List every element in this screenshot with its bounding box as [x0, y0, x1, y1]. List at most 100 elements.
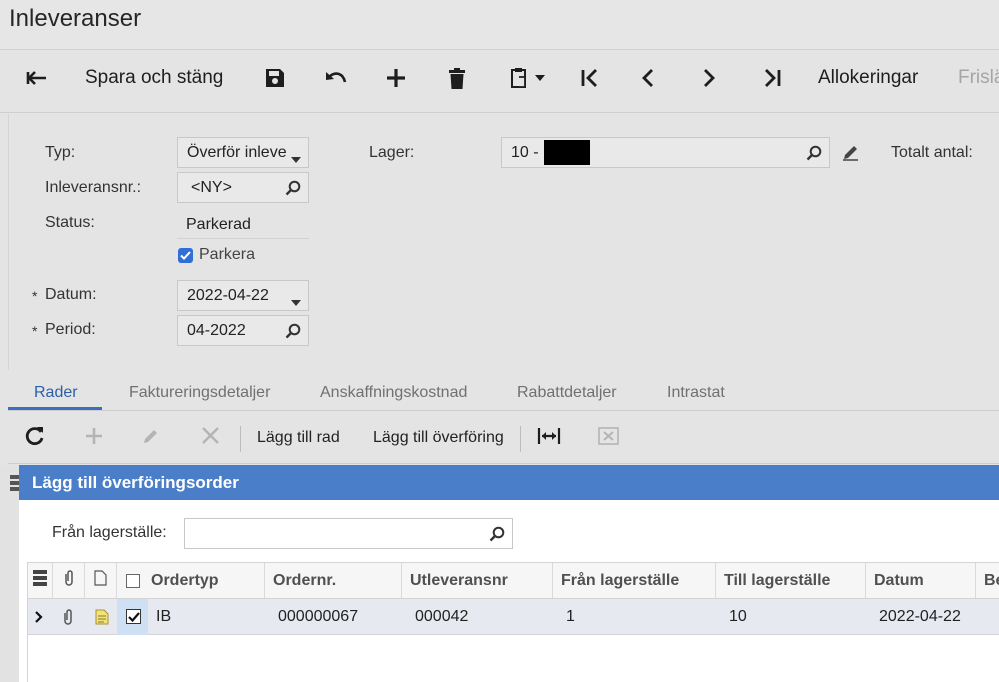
- col-order-type[interactable]: Ordertyp: [143, 563, 265, 598]
- edit-row-button[interactable]: [142, 420, 160, 456]
- add-row-icon-button[interactable]: [85, 420, 103, 456]
- first-record-icon: [581, 69, 599, 87]
- receipt-header-form: Typ: Överför inleve Inleveransnr.: <NY> …: [8, 114, 999, 370]
- first-record-button[interactable]: [578, 51, 602, 105]
- col-description[interactable]: Be: [976, 563, 999, 598]
- copy-paste-menu-button[interactable]: [505, 51, 549, 105]
- col-to-site[interactable]: Till lagerställe: [716, 563, 866, 598]
- allocations-button[interactable]: Allokeringar: [818, 51, 918, 105]
- col-shipment-nbr[interactable]: Utleveransnr: [402, 563, 553, 598]
- type-label: Typ:: [45, 144, 76, 161]
- paperclip-icon: [63, 569, 75, 592]
- status-underline: [177, 238, 309, 239]
- next-record-button[interactable]: [699, 51, 719, 105]
- back-button[interactable]: [20, 51, 54, 105]
- trash-icon: [448, 67, 466, 89]
- cell-shipment-nbr: 000042: [415, 607, 469, 625]
- tab-discount-details[interactable]: Rabattdetaljer: [517, 384, 617, 402]
- edit-warehouse-button[interactable]: [842, 144, 859, 166]
- search-icon: [806, 145, 822, 166]
- tab-billing-details[interactable]: Faktureringsdetaljer: [129, 384, 270, 402]
- warehouse-label: Lager:: [369, 144, 415, 161]
- release-button[interactable]: Frisläpp: [958, 51, 999, 105]
- cell-order-nbr: 000000067: [278, 607, 359, 625]
- tab-intrastat[interactable]: Intrastat: [667, 384, 725, 402]
- search-icon: [489, 526, 505, 547]
- date-picker[interactable]: 2022-04-22: [177, 280, 309, 311]
- main-toolbar: Spara och stäng Allokeringar Frisl: [0, 51, 999, 113]
- add-transfer-order-dialog: Lägg till överföringsorder Från lagerstä…: [19, 465, 999, 682]
- grid-header: Ordertyp Ordernr. Utleveransnr Från lage…: [28, 562, 999, 599]
- date-label: Datum:: [45, 286, 97, 303]
- page-title: Inleveranser: [9, 5, 142, 32]
- delete-row-button[interactable]: [202, 420, 219, 456]
- document-icon: [94, 570, 107, 591]
- row-selector-header[interactable]: [28, 563, 53, 598]
- table-row[interactable]: IB 000000067 000042 1 10 2022-04-22: [28, 599, 999, 635]
- period-value: 04-2022: [187, 321, 246, 339]
- cell-order-type: IB: [156, 607, 172, 625]
- export-excel-button[interactable]: [598, 420, 619, 456]
- hold-checkbox[interactable]: [178, 248, 193, 263]
- type-value: Överför inleve: [187, 143, 287, 161]
- add-line-button[interactable]: Lägg till rad: [257, 420, 340, 456]
- chevron-down-icon: [291, 293, 301, 311]
- previous-record-button[interactable]: [638, 51, 658, 105]
- cell-date: 2022-04-22: [879, 607, 961, 625]
- date-value: 2022-04-22: [187, 286, 269, 304]
- receipt-nbr-value: <NY>: [191, 178, 232, 196]
- chevron-left-icon: [642, 69, 654, 87]
- transfer-orders-grid: Ordertyp Ordernr. Utleveransnr Från lage…: [27, 562, 999, 682]
- check-icon: [126, 609, 141, 624]
- title-bar: Inleveranser: [0, 0, 999, 50]
- col-order-nbr[interactable]: Ordernr.: [265, 563, 402, 598]
- tab-landed-cost[interactable]: Anskaffningskostnad: [320, 384, 467, 402]
- redacted-block: [543, 140, 590, 165]
- fit-columns-button[interactable]: [537, 420, 561, 456]
- note-icon[interactable]: [95, 599, 109, 634]
- hold-label: Parkera: [199, 246, 256, 263]
- attachments-header[interactable]: [53, 563, 85, 598]
- notes-header[interactable]: [85, 563, 117, 598]
- toolbar-separator: [240, 426, 241, 452]
- paperclip-icon[interactable]: [62, 599, 74, 634]
- delete-button[interactable]: [445, 51, 469, 105]
- col-from-site[interactable]: Från lagerställe: [553, 563, 716, 598]
- col-date[interactable]: Datum: [866, 563, 976, 598]
- last-record-button[interactable]: [760, 51, 784, 105]
- type-select[interactable]: Överför inleve: [177, 137, 309, 168]
- row-selector-icon: [10, 475, 19, 496]
- refresh-button[interactable]: [25, 420, 45, 456]
- chevron-down-icon: [534, 75, 545, 81]
- row-checkbox[interactable]: [126, 599, 141, 634]
- clipboard-icon: [510, 67, 528, 89]
- save-button[interactable]: [262, 51, 288, 105]
- close-icon: [202, 427, 219, 449]
- undo-button[interactable]: [322, 51, 350, 105]
- add-transfer-button[interactable]: Lägg till överföring: [373, 420, 504, 456]
- status-label: Status:: [45, 214, 95, 231]
- from-warehouse-input[interactable]: [184, 518, 513, 549]
- cell-to-site: 10: [729, 607, 747, 625]
- from-warehouse-label: Från lagerställe:: [52, 524, 167, 541]
- status-value: Parkerad: [186, 216, 251, 233]
- tab-rows[interactable]: Rader: [34, 384, 78, 402]
- warehouse-field[interactable]: 10 -: [501, 137, 830, 168]
- add-button[interactable]: [384, 51, 408, 105]
- row-selector-icon: [33, 570, 47, 591]
- undo-icon: [325, 70, 347, 86]
- cell-from-site: 1: [566, 607, 575, 625]
- plus-icon: [386, 68, 406, 88]
- receipt-nbr-field[interactable]: <NY>: [177, 172, 309, 203]
- total-qty-label: Totalt antal:: [891, 144, 973, 161]
- search-icon: [285, 323, 301, 344]
- required-marker: *: [32, 323, 38, 339]
- back-arrow-icon: [26, 70, 48, 86]
- period-field[interactable]: 04-2022: [177, 315, 309, 346]
- floppy-disk-icon: [265, 68, 285, 88]
- detail-tabs: Rader Faktureringsdetaljer Anskaffningsk…: [8, 374, 999, 411]
- row-expand-icon[interactable]: [35, 599, 43, 634]
- required-marker: *: [32, 288, 38, 304]
- save-and-close-button[interactable]: Spara och stäng: [85, 51, 223, 105]
- dialog-title: Lägg till överföringsorder: [19, 465, 999, 500]
